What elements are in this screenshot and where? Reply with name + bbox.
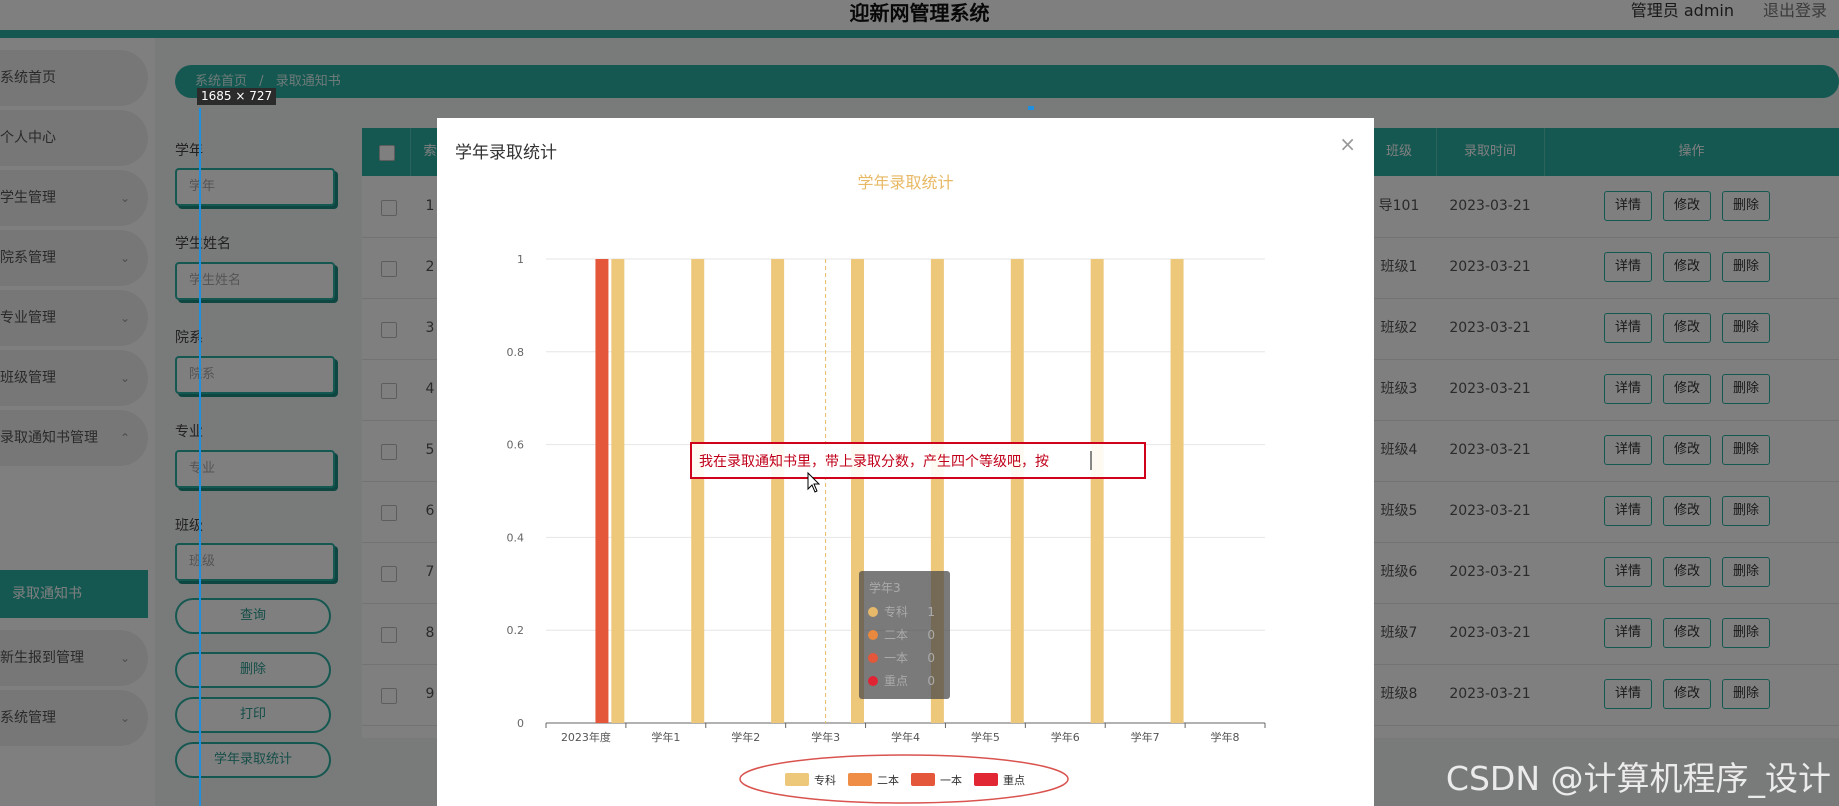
legend-swatch[interactable] — [911, 773, 935, 786]
y-tick-label: 0.4 — [507, 531, 525, 544]
stats-chart: 学年录取统计 0 0.2 0.4 0.6 0.8 1 2023年度 学年1 学年2 学年3 学年4 学年… — [507, 173, 1266, 804]
bar-一本[interactable] — [595, 259, 609, 723]
x-tick-label: 学年6 — [1051, 730, 1080, 744]
legend-label: 一本 — [940, 773, 962, 787]
csdn-watermark: CSDN @计算机程序_设计 — [1445, 759, 1831, 798]
bar-专科[interactable] — [611, 259, 625, 723]
screenshot-guide-line — [199, 108, 201, 806]
screenshot-handle[interactable] — [1028, 106, 1034, 110]
chart-title: 学年录取统计 — [857, 173, 953, 192]
legend-swatch[interactable] — [785, 773, 809, 786]
tooltip-dot — [868, 676, 878, 686]
y-tick-label: 0.2 — [507, 624, 525, 637]
annotation-text: 我在录取通知书里，带上录取分数，产生四个等级吧，按 — [699, 453, 1049, 470]
y-tick-label: 1 — [517, 253, 524, 266]
x-tick-label: 学年7 — [1131, 730, 1160, 744]
y-tick-label: 0 — [517, 717, 524, 730]
bar-专科[interactable] — [691, 259, 705, 723]
bar-专科[interactable] — [1010, 259, 1024, 723]
x-tick-label: 学年8 — [1211, 730, 1240, 744]
bar-专科[interactable] — [771, 259, 785, 723]
y-tick-label: 0.8 — [507, 346, 525, 359]
tooltip-title: 学年3 — [869, 580, 901, 595]
bar-专科[interactable] — [1090, 259, 1104, 723]
tooltip-series-value: 0 — [927, 628, 935, 642]
x-tick-label: 学年3 — [811, 730, 840, 744]
tooltip-dot — [868, 607, 878, 617]
legend-swatch[interactable] — [848, 773, 872, 786]
legend-label: 二本 — [877, 773, 899, 787]
tooltip-series-value: 0 — [927, 674, 935, 688]
tooltip-dot — [868, 653, 878, 663]
tooltip-series-value: 0 — [927, 651, 935, 665]
y-tick-label: 0.6 — [507, 439, 525, 452]
legend-label: 重点 — [1003, 773, 1025, 787]
tooltip-series-name: 专科 — [884, 604, 908, 619]
year-stats-modal: 学年录取统计 × 学年录取统计 0 0.2 0.4 0.6 0.8 1 2023年度 学年1 学年… — [437, 118, 1374, 806]
tooltip-series-name: 重点 — [884, 674, 908, 688]
tooltip-series-name: 一本 — [884, 651, 908, 665]
tooltip-dot — [868, 630, 878, 640]
x-tick-label: 学年5 — [971, 730, 1000, 744]
tooltip-series-value: 1 — [927, 605, 935, 619]
x-tick-label: 学年2 — [731, 730, 760, 744]
x-tick-label: 2023年度 — [561, 730, 611, 744]
legend-label: 专科 — [814, 773, 836, 787]
x-tick-label: 学年1 — [651, 730, 680, 744]
tooltip-series-name: 二本 — [884, 628, 908, 642]
legend-swatch[interactable] — [974, 773, 998, 786]
bar-专科[interactable] — [1170, 259, 1184, 723]
screenshot-size-label: 1685 × 727 — [197, 88, 277, 105]
x-tick-label: 学年4 — [891, 730, 920, 744]
